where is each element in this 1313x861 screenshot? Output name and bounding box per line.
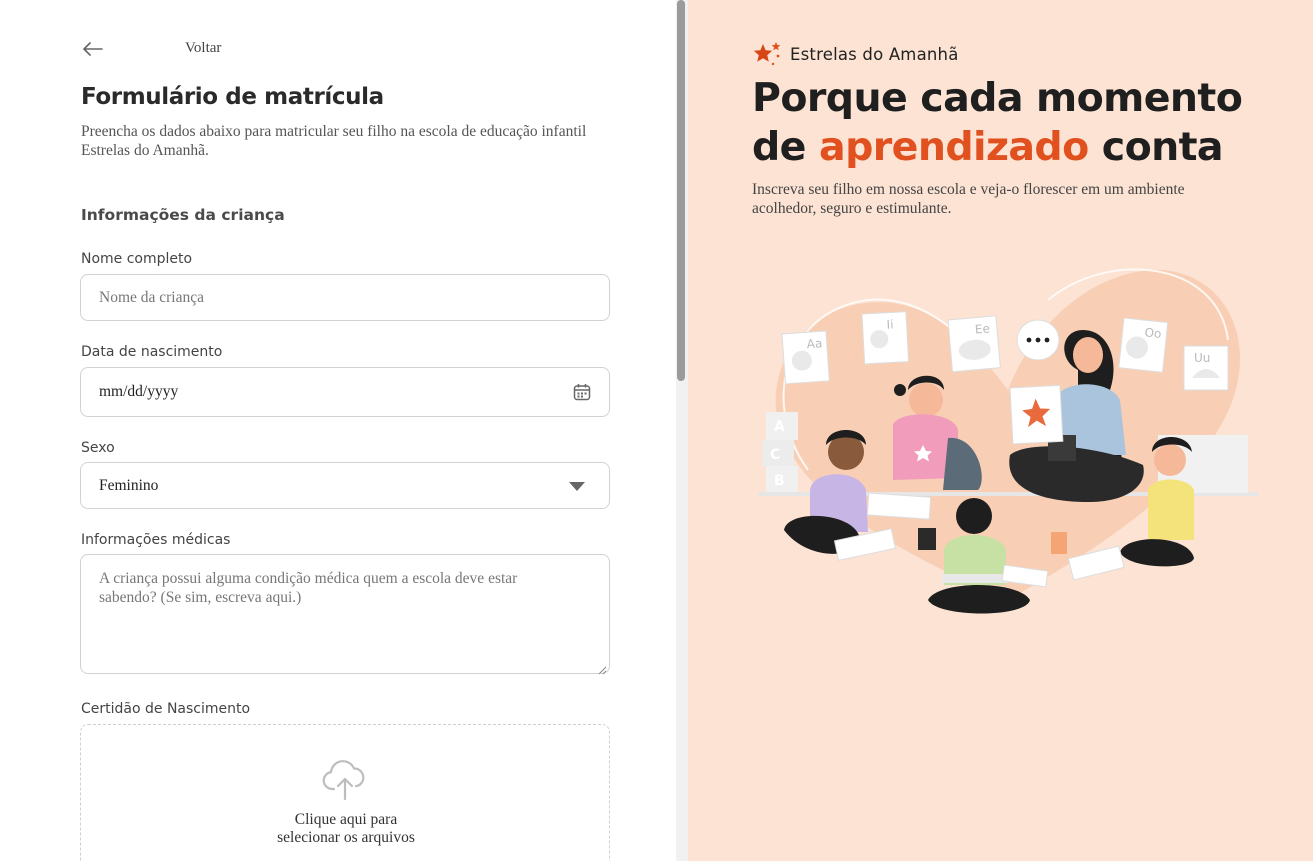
name-input[interactable]: Nome da criança [80, 274, 610, 321]
letter-blocks: A C B [762, 412, 798, 492]
sex-label: Sexo [81, 440, 115, 456]
stars-logo-icon [752, 40, 784, 68]
brand: Estrelas do Amanhã [752, 40, 959, 68]
upload-instructions: Clique aqui para selecionar os arquivos [81, 811, 611, 847]
calendar-icon[interactable] [573, 383, 591, 401]
card-ii: Ii [861, 311, 910, 365]
card-label-ii: Ii [886, 317, 894, 331]
classroom-illustration: Aa Ii Ee Oo Uu A C B [758, 268, 1258, 614]
card-ee: Ee [947, 315, 1001, 373]
card-label-uu: Uu [1194, 351, 1210, 365]
upload-line-2: selecionar os arquivos [277, 829, 415, 846]
hero-headline: Porque cada momento de aprendizado conta [752, 74, 1312, 172]
back-link[interactable]: Voltar [80, 36, 221, 62]
brand-name: Estrelas do Amanhã [790, 44, 959, 64]
headline-word-de: de [752, 124, 806, 170]
card-uu: Uu [1183, 345, 1229, 391]
back-label: Voltar [185, 40, 222, 56]
arrow-left-icon [80, 36, 106, 62]
cloud-upload-icon [321, 759, 369, 801]
star-paper [1009, 384, 1064, 445]
caret-down-icon [569, 482, 585, 491]
page-title: Formulário de matrícula [81, 84, 384, 110]
sex-select[interactable]: Feminino [80, 462, 610, 509]
resize-handle-icon[interactable] [598, 662, 607, 675]
headline-word-conta: conta [1101, 124, 1224, 170]
page-subtitle: Preencha os dados abaixo para matricular… [81, 123, 587, 159]
card-oo: Oo [1118, 317, 1169, 373]
birth-date-label: Data de nascimento [81, 344, 223, 360]
name-placeholder: Nome da criança [99, 289, 204, 306]
sex-selected-value: Feminino [99, 477, 159, 494]
headline-line-1: Porque cada momento [752, 75, 1243, 121]
speech-bubble [1016, 319, 1060, 361]
scrollbar-thumb[interactable] [677, 0, 685, 381]
file-upload-dropzone[interactable]: Clique aqui para selecionar os arquivos [80, 724, 610, 861]
card-label-ee: Ee [974, 321, 990, 336]
medical-info-label: Informações médicas [81, 532, 231, 548]
headline-accent: aprendizado [819, 124, 1089, 170]
birth-date-placeholder: mm/dd/yyyy [99, 383, 179, 400]
card-aa: Aa [781, 330, 830, 385]
upload-line-1: Clique aqui para [294, 811, 398, 828]
enrollment-form-panel: Voltar Formulário de matrícula Preencha … [0, 0, 676, 861]
birth-date-input[interactable]: mm/dd/yyyy [80, 367, 610, 417]
block-letter-a: A [774, 419, 785, 435]
block-letter-c: C [770, 447, 780, 463]
block-letter-b: B [774, 473, 785, 489]
card-label-aa: Aa [806, 336, 823, 351]
birth-certificate-label: Certidão de Nascimento [81, 701, 251, 717]
name-label: Nome completo [81, 251, 193, 267]
medical-info-textarea[interactable]: A criança possui alguma condição médica … [80, 554, 610, 675]
hero-lead: Inscreva seu filho em nossa escola e vej… [752, 181, 1185, 217]
medical-info-placeholder: A criança possui alguma condição médica … [99, 570, 518, 606]
section-heading-child-info: Informações da criança [81, 206, 285, 224]
promo-panel: Estrelas do Amanhã Porque cada momento d… [688, 0, 1313, 861]
card-label-oo: Oo [1144, 325, 1162, 341]
